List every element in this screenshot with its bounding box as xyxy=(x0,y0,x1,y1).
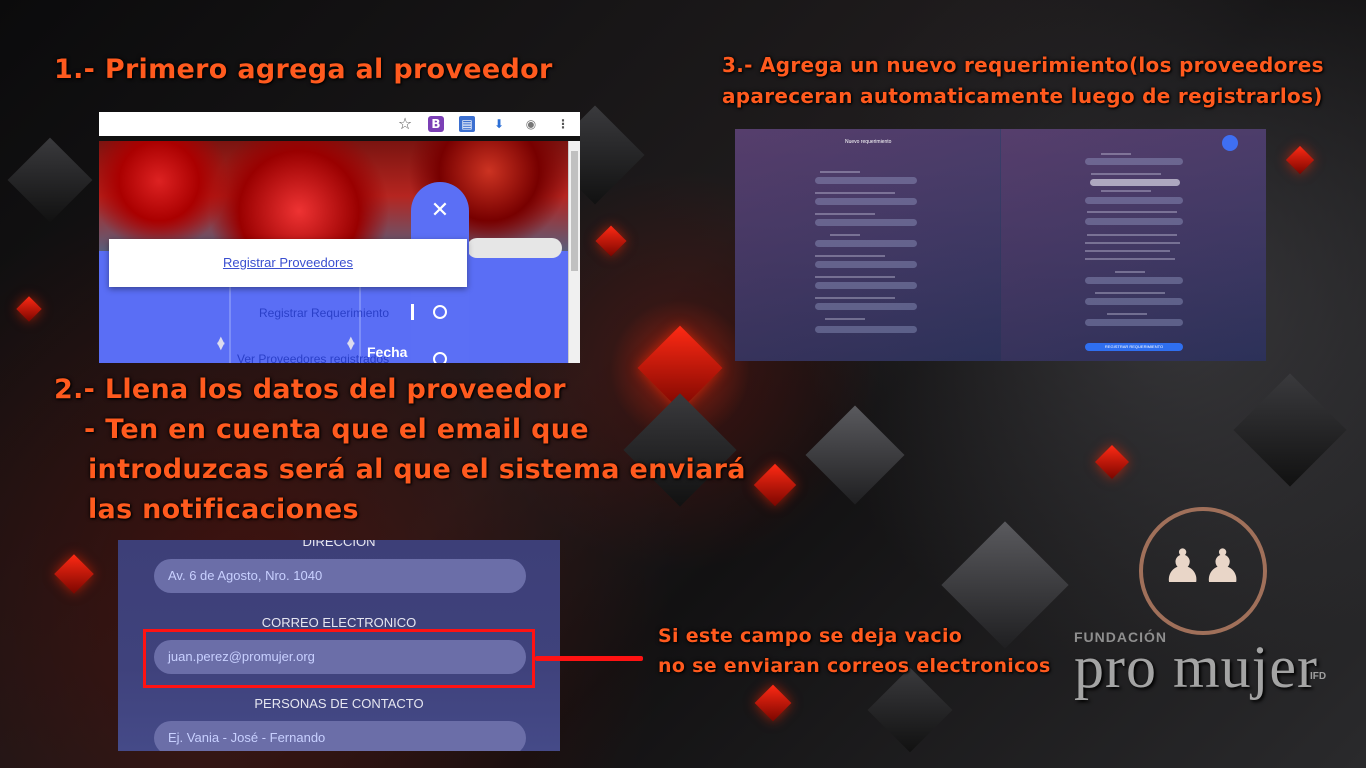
logo-figure-icon: ♟ xyxy=(1202,539,1244,593)
field-label xyxy=(820,171,860,173)
checkbox-group[interactable] xyxy=(1085,258,1175,260)
register-requirement-button[interactable]: REGISTRAR REQUERIMIENTO xyxy=(1085,343,1183,351)
globe-icon[interactable]: ◉ xyxy=(523,116,539,132)
checkbox-group[interactable] xyxy=(1085,250,1170,252)
form-field[interactable] xyxy=(1085,197,1183,204)
menu-icon[interactable]: ⋮ xyxy=(555,116,571,132)
pro-mujer-logo: ♟ ♟ FUNDACIÓN pro mujer IFD xyxy=(1066,505,1356,715)
form-field[interactable] xyxy=(815,261,917,268)
logo-suffix: IFD xyxy=(1310,671,1327,682)
form-field[interactable] xyxy=(815,282,917,289)
logo-brand-text: pro mujer xyxy=(1074,634,1318,700)
step-3-heading: 3.- Agrega un nuevo requerimiento(los pr… xyxy=(722,53,1324,77)
field-label xyxy=(1101,153,1131,155)
field-label xyxy=(825,318,865,320)
screenshot-add-provider: ☆ B ▤ ⬇ ◉ ⋮ ▲ ▼ ▲ ▼ Registrar Requerimient… xyxy=(99,112,580,363)
download-icon[interactable]: ⬇ xyxy=(491,116,507,132)
step-2-note-line-3: las notificaciones xyxy=(88,494,359,525)
browser-toolbar: ☆ B ▤ ⬇ ◉ ⋮ xyxy=(99,112,580,137)
checkbox-group[interactable] xyxy=(1087,234,1177,236)
sort-icon[interactable]: ▲ ▼ xyxy=(217,336,225,352)
step-1-heading: 1.- Primero agrega al proveedor xyxy=(54,54,553,85)
date-column-header: Fecha xyxy=(367,344,408,360)
date-field[interactable] xyxy=(1085,298,1183,305)
star-icon[interactable]: ☆ xyxy=(397,116,413,132)
email-label: CORREO ELECTRONICO xyxy=(261,615,417,630)
field-label xyxy=(815,255,885,257)
file-input[interactable] xyxy=(1090,179,1180,186)
bootstrap-extension-icon[interactable]: B xyxy=(428,116,444,132)
register-providers-link[interactable]: Registrar Proveedores xyxy=(109,255,467,270)
form-header: Nuevo requerimiento xyxy=(845,139,892,145)
form-field[interactable] xyxy=(1085,158,1183,165)
sort-icon[interactable]: ▲ ▼ xyxy=(347,336,355,352)
form-field[interactable] xyxy=(815,303,917,310)
field-label xyxy=(1087,211,1177,213)
address-bar[interactable] xyxy=(99,116,389,132)
register-requirement-button-label: REGISTRAR REQUERIMIENTO xyxy=(1104,344,1164,349)
address-label: DIRECCION xyxy=(302,540,376,549)
requirement-icon[interactable] xyxy=(433,305,447,319)
form-field[interactable] xyxy=(815,219,917,226)
contacts-input[interactable]: Ej. Vania - José - Fernando xyxy=(154,721,526,751)
active-indicator xyxy=(411,304,414,320)
close-icon[interactable]: ✕ xyxy=(428,199,452,223)
form-field[interactable] xyxy=(1085,218,1183,225)
form-field[interactable] xyxy=(815,177,917,184)
contacts-label: PERSONAS DE CONTACTO xyxy=(254,696,424,711)
field-label xyxy=(815,213,875,215)
field-label xyxy=(815,276,895,278)
popup-menu: Registrar Proveedores xyxy=(109,239,467,287)
field-label xyxy=(1107,313,1147,315)
column-divider xyxy=(229,287,231,363)
field-label xyxy=(815,297,895,299)
screenshot-new-requirement: Nuevo requerimiento REGISTRAR REQUERIMIE… xyxy=(735,129,1266,361)
user-avatar-icon[interactable] xyxy=(1222,135,1238,151)
form-field[interactable] xyxy=(1085,319,1183,326)
field-label xyxy=(1115,271,1145,273)
field-label xyxy=(815,192,895,194)
header-image xyxy=(99,141,569,251)
register-requirement-link[interactable]: Registrar Requerimiento xyxy=(259,306,389,320)
step-2-note-line-1: - Ten en cuenta que el email que xyxy=(84,414,589,445)
field-label xyxy=(1095,292,1165,294)
providers-icon[interactable] xyxy=(433,352,447,363)
contact-card-icon[interactable]: ▤ xyxy=(459,116,475,132)
field-label xyxy=(1091,173,1161,175)
step-2-heading: 2.- Llena los datos del proveedor xyxy=(54,374,566,405)
search-bar[interactable] xyxy=(467,238,562,258)
field-label xyxy=(1101,190,1151,192)
step-2-note-line-2: introduzcas será al que el sistema envia… xyxy=(88,454,746,485)
email-note-line-1: Si este campo se deja vacio xyxy=(658,625,963,647)
form-field[interactable] xyxy=(1085,277,1183,284)
email-note-line-2: no se enviaran correos electronicos xyxy=(658,655,1051,677)
step-3-heading-continued: apareceran automaticamente luego de regi… xyxy=(722,84,1323,108)
form-field[interactable] xyxy=(815,240,917,247)
scrollbar-thumb[interactable] xyxy=(571,151,578,271)
field-label xyxy=(830,234,860,236)
form-field[interactable] xyxy=(815,198,917,205)
form-field[interactable] xyxy=(815,326,917,333)
address-input[interactable]: Av. 6 de Agosto, Nro. 1040 xyxy=(154,559,526,593)
logo-figure-icon: ♟ xyxy=(1162,539,1204,593)
highlight-connector-line xyxy=(535,656,643,661)
scrollbar[interactable] xyxy=(568,141,580,363)
checkbox-group[interactable] xyxy=(1085,242,1180,244)
email-highlight-box xyxy=(143,629,535,688)
